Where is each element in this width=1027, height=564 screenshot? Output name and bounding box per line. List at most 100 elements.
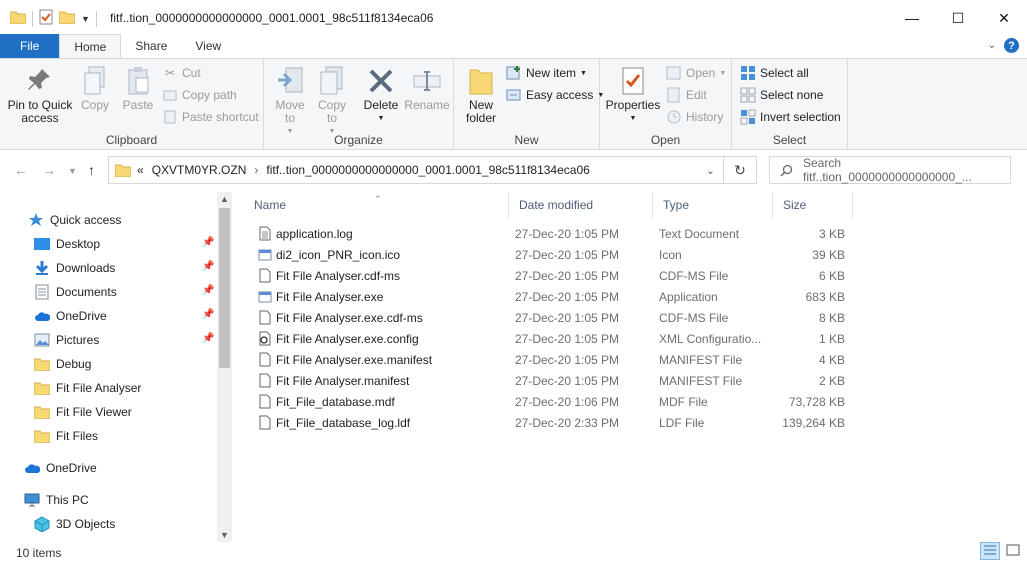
file-row[interactable]: Fit_File_database_log.ldf 27-Dec-20 2:33 … xyxy=(250,412,870,433)
file-row[interactable]: Fit File Analyser.exe.cdf-ms 27-Dec-20 1:… xyxy=(250,307,870,328)
paste-shortcut-button[interactable]: Paste shortcut xyxy=(162,107,259,127)
tab-file[interactable]: File xyxy=(0,34,60,58)
new-folder-button[interactable]: New folder xyxy=(460,63,502,125)
pin-icon[interactable]: 📌 xyxy=(202,309,214,320)
open-button[interactable]: Open ▼ xyxy=(666,63,726,83)
copy-to-button[interactable]: Copy to ▼ xyxy=(314,63,350,138)
nav-this-pc[interactable]: This PC xyxy=(24,489,89,511)
scroll-down-icon[interactable]: ▼ xyxy=(217,530,232,540)
customize-dropdown-icon[interactable]: ▼ xyxy=(81,14,90,24)
file-name-cell[interactable]: Fit File Analyser.cdf-ms xyxy=(258,265,508,286)
address-dropdown-icon[interactable]: ⌄ xyxy=(706,164,715,177)
nav-fit-file-analyser[interactable]: Fit File Analyser xyxy=(34,377,141,399)
new-folder-quick-icon[interactable] xyxy=(58,10,76,27)
pin-icon[interactable]: 📌 xyxy=(202,237,214,248)
easy-access-button[interactable]: Easy access ▼ xyxy=(506,85,604,105)
file-row[interactable]: di2_icon_PNR_icon.ico 27-Dec-20 1:05 PM Ic… xyxy=(250,244,870,265)
refresh-button[interactable]: ↻ xyxy=(724,156,757,184)
pin-icon[interactable]: 📌 xyxy=(202,261,214,272)
cut-button[interactable]: ✂ Cut xyxy=(162,63,201,83)
folder-icon xyxy=(34,380,50,396)
nav-label: OneDrive xyxy=(46,461,97,475)
pin-icon[interactable]: 📌 xyxy=(202,285,214,296)
file-row[interactable]: Fit File Analyser.exe.config 27-Dec-20 1:… xyxy=(250,328,870,349)
minimize-button[interactable]: — xyxy=(889,0,935,36)
new-item-button[interactable]: New item ▼ xyxy=(506,63,587,83)
column-header-size[interactable]: Size xyxy=(773,192,853,218)
expand-ribbon-icon[interactable]: ⌄ xyxy=(988,40,996,51)
move-to-button[interactable]: Move to ▼ xyxy=(272,63,308,138)
nav-quick-access[interactable]: Quick access xyxy=(28,209,121,231)
help-icon[interactable]: ? xyxy=(1004,38,1019,53)
nav-fit-file-viewer[interactable]: Fit File Viewer xyxy=(34,401,132,423)
nav-scrollbar[interactable]: ▲ ▼ xyxy=(217,192,232,542)
app-file-icon xyxy=(258,289,272,305)
file-row[interactable]: Fit File Analyser.manifest 27-Dec-20 1:05… xyxy=(250,370,870,391)
forward-arrow-icon[interactable]: → xyxy=(42,162,56,178)
nav-label: Quick access xyxy=(50,213,122,227)
large-icons-view-button[interactable] xyxy=(1003,542,1023,560)
breadcrumb-separator-icon[interactable]: › xyxy=(254,163,258,177)
copy-button[interactable]: Copy xyxy=(78,63,112,112)
select-none-button[interactable]: Select none xyxy=(740,85,823,105)
file-row[interactable]: Fit File Analyser.exe.manifest 27-Dec-20 … xyxy=(250,349,870,370)
file-name-cell[interactable]: Fit File Analyser.exe xyxy=(258,286,508,307)
address-bar[interactable]: « QXVTM0YR.OZN › fitf..tion_000000000000… xyxy=(108,156,724,184)
search-input[interactable]: Search fitf..tion_0000000000000000_... xyxy=(769,156,1011,184)
file-row[interactable]: Fit_File_database.mdf 27-Dec-20 1:06 PM MD… xyxy=(250,391,870,412)
file-row[interactable]: application.log 27-Dec-20 1:05 PM Text Doc… xyxy=(250,223,870,244)
nav-3d-objects[interactable]: 3D Objects xyxy=(34,513,115,535)
history-button[interactable]: History xyxy=(666,107,723,127)
rename-button[interactable]: Rename xyxy=(404,63,450,112)
nav-onedrive[interactable]: OneDrive xyxy=(24,457,97,479)
back-arrow-icon[interactable]: ← xyxy=(14,162,28,178)
pin-icon[interactable]: 📌 xyxy=(202,333,214,344)
copy-path-button[interactable]: Copy path xyxy=(162,85,237,105)
details-view-button[interactable] xyxy=(980,542,1000,560)
nav-desktop[interactable]: Desktop xyxy=(34,233,100,255)
nav-fit-files[interactable]: Fit Files xyxy=(34,425,98,447)
properties-quick-icon[interactable] xyxy=(39,9,53,28)
file-name-cell[interactable]: di2_icon_PNR_icon.ico xyxy=(258,244,508,265)
file-row[interactable]: Fit File Analyser.cdf-ms 27-Dec-20 1:05 P… xyxy=(250,265,870,286)
file-name-cell[interactable]: Fit File Analyser.manifest xyxy=(258,370,508,391)
tab-share[interactable]: Share xyxy=(121,34,181,58)
scroll-up-icon[interactable]: ▲ xyxy=(217,194,232,204)
nav-onedrive-pinned[interactable]: OneDrive xyxy=(34,305,107,327)
nav-debug[interactable]: Debug xyxy=(34,353,91,375)
column-header-date[interactable]: Date modified xyxy=(509,192,653,218)
nav-pictures[interactable]: Pictures xyxy=(34,329,99,351)
recent-locations-chevron-icon[interactable]: ▼ xyxy=(68,166,77,176)
properties-button[interactable]: Properties ▼ xyxy=(604,63,662,125)
tab-view[interactable]: View xyxy=(181,34,235,58)
file-name-cell[interactable]: Fit_File_database_log.ldf xyxy=(258,412,508,433)
pin-to-quick-access-button[interactable]: Pin to Quick access xyxy=(6,63,74,125)
file-name-cell[interactable]: Fit File Analyser.exe.config xyxy=(258,328,508,349)
scrollbar-thumb[interactable] xyxy=(219,208,230,368)
address-overflow[interactable]: « xyxy=(137,163,144,177)
file-name-cell[interactable]: Fit File Analyser.exe.cdf-ms xyxy=(258,307,508,328)
paste-button[interactable]: Paste xyxy=(118,63,158,112)
edit-button[interactable]: Edit xyxy=(666,85,707,105)
maximize-button[interactable]: ☐ xyxy=(935,0,981,36)
file-name-cell[interactable]: application.log xyxy=(258,223,508,244)
nav-downloads[interactable]: Downloads xyxy=(34,257,115,279)
column-header-name[interactable]: Name xyxy=(244,192,509,218)
column-header-type[interactable]: Type xyxy=(653,192,773,218)
file-size: 6 KB xyxy=(818,268,845,283)
blank-file-icon xyxy=(258,394,272,410)
select-all-button[interactable]: Select all xyxy=(740,63,809,83)
breadcrumb-parent[interactable]: QXVTM0YR.OZN xyxy=(152,163,247,177)
delete-button[interactable]: Delete ▼ xyxy=(360,63,402,125)
tab-home[interactable]: Home xyxy=(59,34,122,58)
file-name-cell[interactable]: Fit_File_database.mdf xyxy=(258,391,508,412)
breadcrumb-current[interactable]: fitf..tion_0000000000000000_0001.0001_98… xyxy=(266,163,589,177)
up-arrow-icon[interactable]: ↑ xyxy=(88,162,95,178)
file-row[interactable]: Fit File Analyser.exe 27-Dec-20 1:05 PM Ap… xyxy=(250,286,870,307)
close-button[interactable]: ✕ xyxy=(981,0,1027,36)
invert-selection-button[interactable]: Invert selection xyxy=(740,107,841,127)
file-name-cell[interactable]: Fit File Analyser.exe.manifest xyxy=(258,349,508,370)
nav-documents[interactable]: Documents xyxy=(34,281,117,303)
nav-label: Documents xyxy=(56,285,117,299)
file-size: 1 KB xyxy=(818,331,845,346)
